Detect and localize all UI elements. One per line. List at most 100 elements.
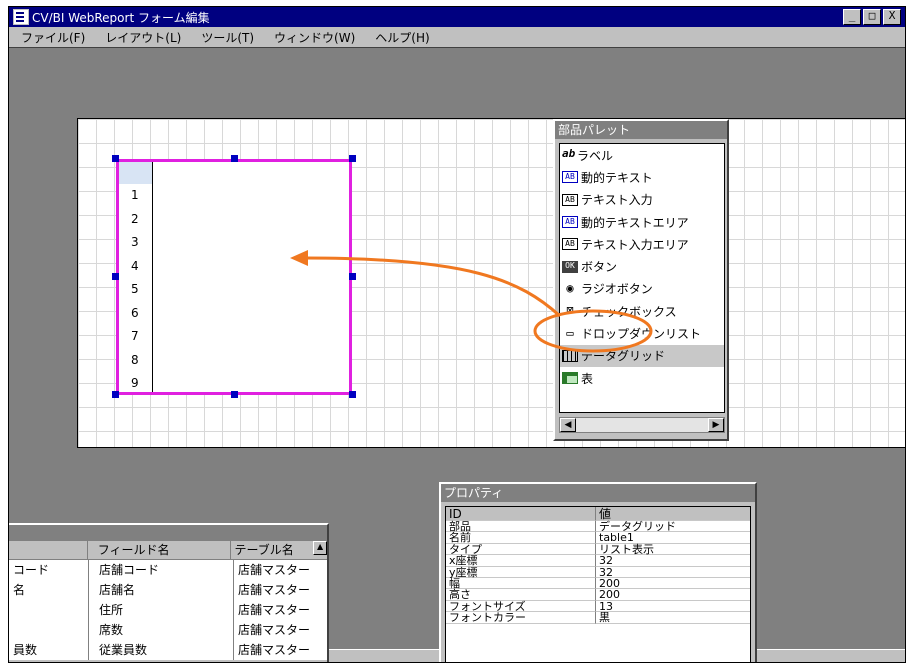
row-number: 9 (131, 376, 139, 390)
text-input-icon: AB (562, 193, 578, 206)
palette-item-checkbox[interactable]: ⊠ チェックボックス (560, 300, 724, 322)
property-row[interactable]: y座標 32 (446, 566, 750, 578)
resize-handle[interactable] (112, 155, 119, 162)
column-header-field-name[interactable]: フィールド名 (88, 541, 231, 559)
palette-list: ab ラベル AB 動的テキスト AB テキスト入力 AB 動的テキストエリア AB テキ… (559, 143, 725, 413)
property-value[interactable]: 黒 (596, 612, 750, 624)
column-header: 値 (596, 507, 750, 521)
palette-item-datagrid[interactable]: データグリッド (560, 344, 724, 367)
cell: 店舗マスター (238, 583, 311, 597)
form-canvas[interactable]: 1 2 3 4 5 6 7 8 9 (77, 118, 905, 448)
row-number: 8 (131, 352, 139, 367)
row-number: 3 (131, 235, 139, 249)
radio-icon: ◉ (566, 280, 574, 295)
palette-item-text: ラベル (577, 148, 614, 163)
resize-handle[interactable] (112, 273, 119, 280)
menu-window[interactable]: ウィンドウ(W) (262, 29, 363, 46)
palette-item-text: ラジオボタン (581, 282, 653, 297)
palette-item-dynamic-textarea[interactable]: AB 動的テキストエリア (560, 211, 724, 233)
property-row[interactable]: フォントカラー黒 (446, 612, 750, 624)
row-number: 6 (131, 305, 139, 320)
scroll-up-icon[interactable]: ▲ (313, 541, 327, 555)
menu-layout[interactable]: レイアウト(L) (93, 29, 189, 46)
property-row[interactable]: 幅 200 (446, 578, 750, 590)
table-row[interactable]: 名店舗名 店舗マスター (9, 580, 327, 600)
palette-item-dropdown[interactable]: ▭ ドロップダウンリスト (560, 322, 724, 344)
cell (9, 600, 89, 620)
column-header-table-name[interactable]: テーブル名 (231, 541, 314, 559)
palette-item-dynamic-text[interactable]: AB 動的テキスト (560, 166, 724, 188)
resize-handle[interactable] (231, 391, 238, 398)
close-button[interactable]: X (883, 9, 901, 25)
property-key: x座標 (446, 555, 596, 567)
cell: 店舗マスター (238, 603, 311, 617)
menu-file[interactable]: ファイル(F) (9, 29, 93, 46)
palette-item-radio[interactable]: ◉ ラジオボタン (560, 278, 724, 300)
datagrid-icon (562, 349, 578, 362)
cell: 名 (9, 580, 89, 600)
resize-handle[interactable] (349, 391, 356, 398)
window-title: CV/BI WebReport フォーム編集 (32, 10, 210, 25)
palette-item-button[interactable]: OK ボタン (560, 255, 724, 277)
palette-hscrollbar[interactable]: ◀ ▶ (559, 417, 725, 433)
property-value[interactable]: リスト表示 (596, 544, 750, 556)
palette-item-text: テキスト入力 (581, 193, 653, 208)
field-list-header: フィールド名 テーブル名 ▲ (9, 541, 327, 560)
resize-handle[interactable] (349, 155, 356, 162)
row-number: 7 (131, 329, 139, 343)
cell: 店舗名 (89, 580, 234, 600)
column-header (9, 541, 88, 559)
resize-handle[interactable] (112, 391, 119, 398)
property-row[interactable]: x座標 32 (446, 555, 750, 567)
row-number: 2 (131, 211, 139, 226)
cell: 店舗マスター (238, 643, 311, 657)
palette-item-text-input[interactable]: AB テキスト入力 (560, 189, 724, 211)
cell: 店舗マスター (238, 623, 311, 637)
menu-tools[interactable]: ツール(T) (189, 29, 262, 46)
column-header: ID (446, 507, 596, 521)
cell: 席数 (89, 620, 234, 640)
property-row[interactable]: 部品 データグリッド (446, 521, 750, 533)
cell (9, 620, 89, 640)
menu-bar: ファイル(F) レイアウト(L) ツール(T) ウィンドウ(W) ヘルプ(H) (9, 27, 905, 47)
table-row[interactable]: 員数 従業員数 店舗マスター (9, 640, 327, 660)
menu-help[interactable]: ヘルプ(H) (363, 29, 437, 46)
palette-item-table[interactable]: 表 (560, 367, 724, 389)
palette-item-text: 動的テキスト (581, 170, 653, 185)
row-number: 4 (131, 258, 139, 273)
button-icon: OK (562, 260, 578, 273)
property-value[interactable]: 200 (596, 589, 750, 601)
minimize-button[interactable]: _ (843, 9, 861, 25)
cell: コード (9, 560, 89, 580)
property-row[interactable]: 名前 table1 (446, 532, 750, 544)
table-row[interactable]: 席数 店舗マスター (9, 620, 327, 640)
cell: 店舗マスター (238, 563, 311, 577)
scroll-left-icon[interactable]: ◀ (560, 418, 576, 432)
cell: 住所 (89, 600, 234, 620)
palette-item-text: 動的テキストエリア (581, 215, 689, 230)
checkbox-icon: ⊠ (566, 303, 574, 318)
palette-item-text: チェックボックス (581, 304, 677, 319)
cell: 員数 (9, 640, 89, 660)
dynamic-text-icon: AB (562, 171, 578, 184)
maximize-button[interactable]: □ (863, 9, 881, 25)
resize-handle[interactable] (349, 273, 356, 280)
field-list-title (9, 525, 327, 541)
resize-handle[interactable] (231, 155, 238, 162)
property-key: y座標 (446, 566, 596, 578)
table-row[interactable]: コード 店舗コード 店舗マスター (9, 560, 327, 580)
scroll-right-icon[interactable]: ▶ (708, 418, 724, 432)
property-value[interactable]: 13 (596, 601, 750, 613)
cell: 従業員数 (89, 640, 234, 660)
property-value[interactable]: 32 (596, 555, 750, 567)
properties-title: プロパティ (441, 484, 755, 502)
palette-item-text: データグリッド (581, 349, 666, 364)
palette-item-label[interactable]: ab ラベル (560, 144, 724, 166)
table-row[interactable]: 住所 店舗マスター (9, 600, 327, 620)
app-icon (13, 9, 29, 25)
datagrid-widget[interactable]: 1 2 3 4 5 6 7 8 9 (116, 159, 352, 395)
grid-corner (119, 162, 152, 184)
property-key: フォントカラー (446, 612, 596, 624)
property-row[interactable]: タイプ リスト表示 (446, 544, 750, 556)
palette-item-textarea[interactable]: AB テキスト入力エリア (560, 233, 724, 255)
